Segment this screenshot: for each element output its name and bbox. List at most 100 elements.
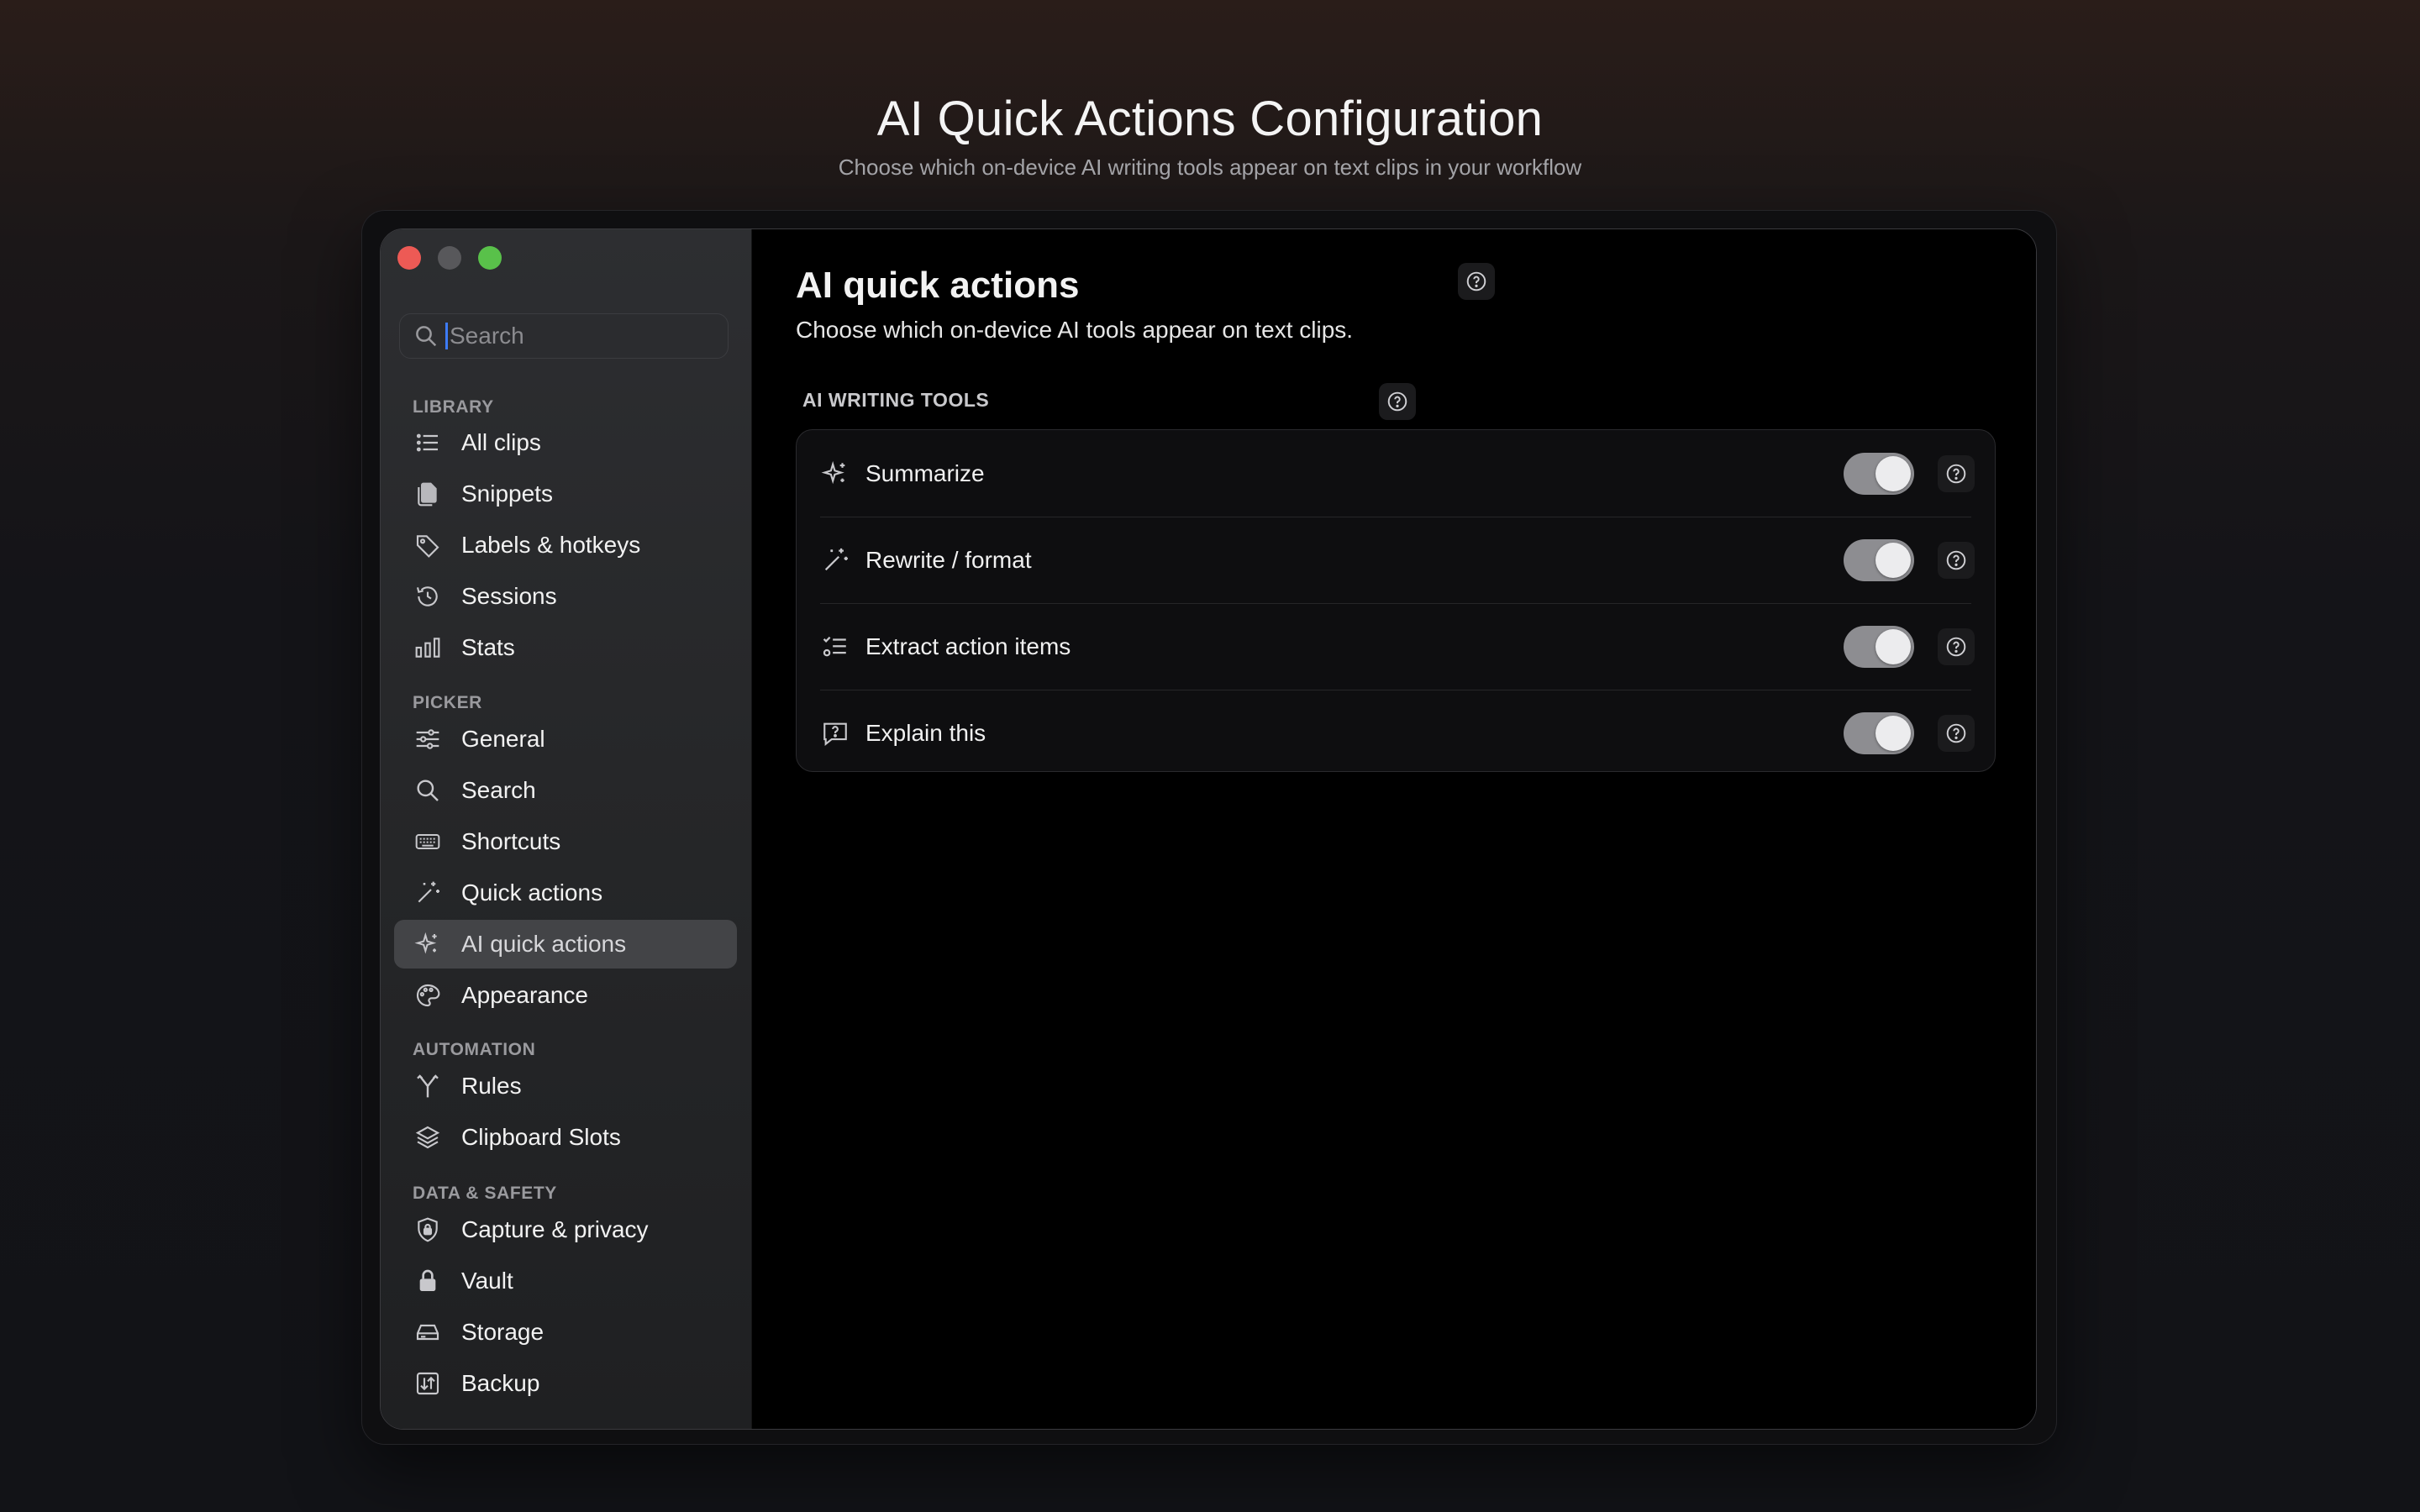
sidebar-item-label: Snippets: [461, 480, 553, 507]
sidebar-item-storage[interactable]: Storage: [394, 1308, 737, 1357]
explain-this-help-button[interactable]: [1938, 714, 1975, 752]
question-icon: [1387, 391, 1407, 412]
tool-row-rewrite: Rewrite / format: [797, 517, 1995, 603]
tool-row-explain-this: Explain this: [797, 690, 1995, 776]
group-help-button[interactable]: [1379, 383, 1416, 420]
sidebar-item-search[interactable]: Search: [394, 766, 737, 815]
minimize-button[interactable]: [438, 246, 461, 270]
hard-drive-icon: [413, 1317, 443, 1347]
sidebar-item-snippets[interactable]: Snippets: [394, 470, 737, 518]
sidebar-item-label: Stats: [461, 634, 515, 660]
question-icon: [1946, 637, 1966, 656]
sidebar-item-label: AI quick actions: [461, 931, 627, 957]
sparkles-icon: [820, 459, 850, 489]
sidebar-item-label: Shortcuts: [461, 828, 561, 854]
search-icon: [416, 326, 437, 347]
question-icon: [1466, 271, 1486, 291]
settings-window: LIBRARY All clips Snippets Labels & hotk…: [380, 228, 2037, 1430]
sidebar-item-label: Appearance: [461, 982, 589, 1008]
toggle-knob: [1876, 542, 1911, 578]
toggle-knob: [1876, 628, 1911, 664]
sidebar-item-appearance[interactable]: Appearance: [394, 971, 737, 1020]
sidebar-item-quick-actions[interactable]: Quick actions: [394, 869, 737, 917]
sidebar-item-backup[interactable]: Backup: [394, 1359, 737, 1408]
sidebar-item-stats[interactable]: Stats: [394, 623, 737, 672]
zoom-button[interactable]: [478, 246, 502, 270]
sidebar-item-label: Backup: [461, 1370, 540, 1396]
search-icon: [413, 775, 443, 806]
page-help-button[interactable]: [1458, 263, 1495, 300]
main-content: AI quick actions Choose which on-device …: [752, 229, 2036, 1429]
hero-subtitle: Choose which on-device AI writing tools …: [838, 155, 1582, 180]
tool-label: Extract action items: [865, 633, 1071, 659]
sidebar-item-all-clips[interactable]: All clips: [394, 418, 737, 467]
list-icon: [413, 428, 443, 458]
sidebar-item-label: Sessions: [461, 583, 557, 609]
extract-action-items-help-button[interactable]: [1938, 627, 1975, 665]
lock-icon: [413, 1266, 443, 1296]
traffic-lights: [397, 246, 502, 270]
toggle-knob: [1876, 455, 1911, 491]
history-icon: [413, 581, 443, 612]
group-label: AI WRITING TOOLS: [802, 389, 990, 411]
sidebar-item-labels-hotkeys[interactable]: Labels & hotkeys: [394, 521, 737, 570]
sidebar-item-label: Quick actions: [461, 879, 603, 906]
sidebar-item-rules[interactable]: Rules: [394, 1062, 737, 1110]
palette-icon: [413, 980, 443, 1011]
tool-row-summarize: Summarize: [797, 430, 1995, 517]
tool-label: Summarize: [865, 459, 985, 486]
sidebar-item-capture-privacy[interactable]: Capture & privacy: [394, 1205, 737, 1254]
sidebar-item-label: Vault: [461, 1268, 513, 1294]
page-subtitle: Choose which on-device AI tools appear o…: [796, 317, 1354, 343]
rewrite-toggle[interactable]: [1844, 538, 1914, 581]
sidebar-item-clipboard-slots[interactable]: Clipboard Slots: [394, 1113, 737, 1162]
section-data-safety: DATA & SAFETY: [413, 1184, 557, 1203]
sidebar-item-shortcuts[interactable]: Shortcuts: [394, 817, 737, 866]
question-bubble-icon: [820, 718, 850, 748]
tool-row-extract-action-items: Extract action items: [797, 603, 1995, 690]
layers-icon: [413, 1122, 443, 1152]
sidebar-search: [399, 313, 729, 359]
question-icon: [1946, 550, 1966, 570]
row-divider: [820, 603, 1971, 604]
sidebar: LIBRARY All clips Snippets Labels & hotk…: [381, 229, 752, 1429]
question-icon: [1946, 723, 1966, 743]
close-button[interactable]: [397, 246, 421, 270]
summarize-toggle[interactable]: [1844, 452, 1914, 495]
sidebar-item-vault[interactable]: Vault: [394, 1257, 737, 1305]
sidebar-item-label: Labels & hotkeys: [461, 532, 641, 558]
sidebar-item-label: Capture & privacy: [461, 1216, 649, 1242]
section-picker: PICKER: [413, 693, 482, 712]
page-title: AI quick actions: [796, 265, 1080, 306]
summarize-help-button[interactable]: [1938, 454, 1975, 492]
question-icon: [1946, 464, 1966, 483]
rewrite-help-button[interactable]: [1938, 541, 1975, 579]
tool-label: Rewrite / format: [865, 546, 1032, 573]
sidebar-item-general[interactable]: General: [394, 715, 737, 764]
magic-wand-icon: [413, 878, 443, 908]
sidebar-item-label: Rules: [461, 1073, 522, 1099]
shield-lock-icon: [413, 1215, 443, 1245]
sidebar-item-label: All clips: [461, 429, 541, 455]
search-input[interactable]: [445, 323, 723, 349]
sidebar-item-label: General: [461, 726, 545, 752]
toggle-knob: [1876, 715, 1911, 751]
documents-icon: [413, 479, 443, 509]
magic-wand-icon: [820, 545, 850, 575]
explain-this-toggle[interactable]: [1844, 711, 1914, 754]
ai-tools-card: Summarize Rewrite / format Extract actio…: [796, 429, 1996, 772]
tool-label: Explain this: [865, 719, 986, 746]
sparkles-icon: [413, 929, 443, 959]
sidebar-item-sessions[interactable]: Sessions: [394, 572, 737, 621]
tag-icon: [413, 530, 443, 560]
sidebar-item-ai-quick-actions[interactable]: AI quick actions: [394, 920, 737, 969]
sliders-icon: [413, 724, 443, 754]
bar-chart-icon: [413, 633, 443, 663]
section-automation: AUTOMATION: [413, 1040, 536, 1059]
checklist-icon: [820, 632, 850, 662]
sidebar-item-label: Storage: [461, 1319, 544, 1345]
hero-title: AI Quick Actions Configuration: [876, 92, 1544, 146]
extract-action-items-toggle[interactable]: [1844, 625, 1914, 668]
section-library: LIBRARY: [413, 397, 494, 417]
keyboard-icon: [413, 827, 443, 857]
